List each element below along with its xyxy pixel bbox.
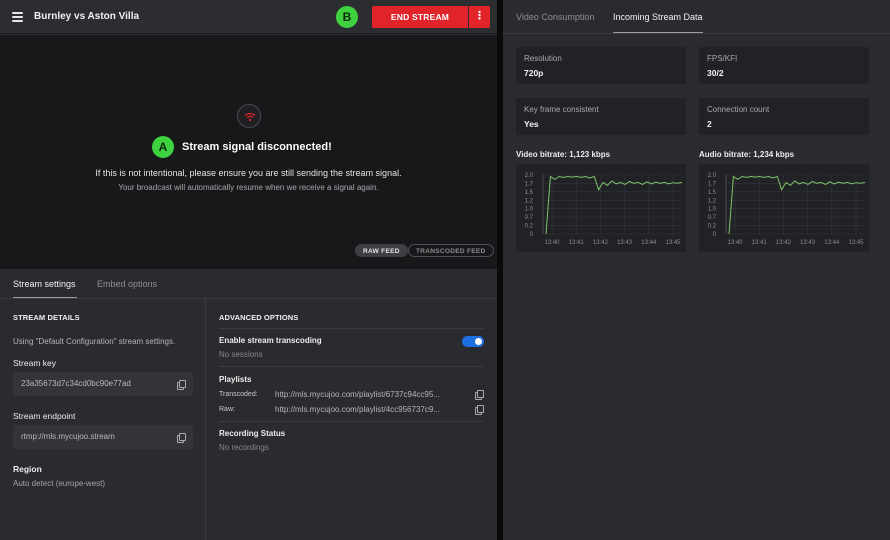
x-tick-label: 13:42 bbox=[776, 240, 792, 246]
y-tick-label: 2.0 bbox=[708, 173, 717, 179]
x-tick-label: 13:44 bbox=[824, 240, 840, 246]
raw-feed-button[interactable]: RAW FEED bbox=[355, 244, 408, 257]
y-tick-label: 0.7 bbox=[525, 215, 534, 221]
x-tick-label: 13:40 bbox=[544, 240, 560, 246]
x-tick-label: 13:43 bbox=[800, 240, 816, 246]
sessions-text: No sessions bbox=[219, 350, 263, 359]
region-label: Region bbox=[13, 464, 42, 474]
stream-endpoint-field[interactable]: rtmp://mls.mycujoo.stream bbox=[13, 425, 193, 449]
stream-details-heading: STREAM DETAILS bbox=[13, 313, 80, 322]
end-stream-button[interactable]: END STREAM bbox=[372, 6, 468, 28]
y-tick-label: 1.2 bbox=[525, 198, 534, 204]
marker-a-badge: A bbox=[152, 136, 174, 158]
playlists-label: Playlists bbox=[219, 375, 252, 384]
y-tick-label: 1.7 bbox=[708, 181, 717, 187]
stat-label: Resolution bbox=[524, 54, 562, 63]
video-bitrate-title: Video bitrate: 1,123 kbps bbox=[516, 150, 611, 159]
tab-video-consumption[interactable]: Video Consumption bbox=[516, 12, 594, 22]
tab-incoming-stream-data[interactable]: Incoming Stream Data bbox=[613, 12, 703, 22]
x-tick-label: 13:44 bbox=[641, 240, 657, 246]
x-tick-label: 13:45 bbox=[848, 240, 864, 246]
x-tick-label: 13:45 bbox=[665, 240, 681, 246]
y-tick-label: 0 bbox=[530, 232, 534, 238]
divider bbox=[219, 366, 484, 367]
tab-stream-settings[interactable]: Stream settings bbox=[13, 279, 76, 289]
transcoding-toggle[interactable] bbox=[462, 336, 484, 347]
stat-label: Connection count bbox=[707, 105, 770, 114]
hamburger-menu-icon[interactable] bbox=[12, 12, 23, 22]
raw-playlist-url: http://mls.mycujoo.com/playlist/4cc95673… bbox=[275, 405, 440, 414]
divider bbox=[219, 328, 484, 329]
stat-value: Yes bbox=[524, 119, 539, 129]
stat-card-resolution: Resolution 720p bbox=[516, 47, 686, 84]
data-tabs: Video Consumption Incoming Stream Data bbox=[503, 0, 890, 34]
stream-data-panel: Video Consumption Incoming Stream Data R… bbox=[503, 0, 890, 540]
advanced-options-heading: ADVANCED OPTIONS bbox=[219, 313, 299, 322]
stream-endpoint-value: rtmp://mls.mycujoo.stream bbox=[21, 432, 115, 441]
stat-label: Key frame consistent bbox=[524, 105, 599, 114]
transcoded-playlist-label: Transcoded: bbox=[219, 391, 258, 398]
x-tick-label: 13:41 bbox=[569, 240, 585, 246]
y-tick-label: 1.0 bbox=[525, 207, 534, 213]
more-options-button[interactable]: ⋮ bbox=[469, 6, 490, 28]
y-tick-label: 0 bbox=[713, 232, 717, 238]
y-tick-label: 1.2 bbox=[708, 198, 717, 204]
column-divider bbox=[205, 299, 206, 540]
y-tick-label: 0.7 bbox=[708, 215, 717, 221]
y-tick-label: 1.5 bbox=[708, 190, 717, 196]
y-tick-label: 0.2 bbox=[525, 224, 534, 230]
stat-value: 2 bbox=[707, 119, 712, 129]
y-tick-label: 1.5 bbox=[525, 190, 534, 196]
x-tick-label: 13:41 bbox=[752, 240, 768, 246]
stat-label: FPS/KFI bbox=[707, 54, 738, 63]
config-text: Using "Default Configuration" stream set… bbox=[13, 337, 176, 346]
recording-status-value: No recordings bbox=[219, 443, 269, 452]
video-preview: A Stream signal disconnected! If this is… bbox=[0, 35, 497, 269]
top-bar: Burnley vs Aston Villa B END STREAM ⋮ bbox=[0, 0, 497, 34]
settings-tabs: Stream settings Embed options bbox=[0, 269, 497, 299]
copy-icon[interactable] bbox=[177, 380, 186, 390]
chart-svg: 2.0 1.7 1.5 1.2 1.0 0.7 0.2 0 13:40 13:41 13:42 13:… bbox=[525, 173, 683, 246]
stream-key-label: Stream key bbox=[13, 358, 56, 368]
y-tick-label: 2.0 bbox=[525, 173, 534, 179]
stat-value: 720p bbox=[524, 68, 544, 78]
stream-control-panel: Burnley vs Aston Villa B END STREAM ⋮ A … bbox=[0, 0, 497, 540]
stat-card-connections: Connection count 2 bbox=[699, 98, 869, 135]
copy-icon[interactable] bbox=[475, 405, 484, 415]
y-tick-label: 1.7 bbox=[525, 181, 534, 187]
audio-bitrate-title: Audio bitrate: 1,234 kbps bbox=[699, 150, 795, 159]
stream-endpoint-label: Stream endpoint bbox=[13, 411, 76, 421]
video-bitrate-chart: 2.0 1.7 1.5 1.2 1.0 0.7 0.2 0 13:40 13:41 13:42 13:… bbox=[516, 164, 686, 252]
recording-status-label: Recording Status bbox=[219, 429, 286, 438]
y-tick-label: 0.2 bbox=[708, 224, 717, 230]
x-tick-label: 13:43 bbox=[617, 240, 633, 246]
signal-disconnected-title: Stream signal disconnected! bbox=[182, 141, 332, 153]
copy-icon[interactable] bbox=[475, 390, 484, 400]
stat-card-keyframe: Key frame consistent Yes bbox=[516, 98, 686, 135]
stream-title: Burnley vs Aston Villa bbox=[34, 11, 140, 22]
active-tab-indicator bbox=[613, 32, 703, 33]
stat-value: 30/2 bbox=[707, 68, 724, 78]
transcoded-playlist-url: http://mls.mycujoo.com/playlist/6737c94c… bbox=[275, 390, 440, 399]
transcoding-label: Enable stream transcoding bbox=[219, 336, 322, 345]
stream-key-field[interactable]: 23a35673d7c34cd0bc90e77ad bbox=[13, 372, 193, 396]
no-signal-icon bbox=[237, 104, 261, 128]
region-value: Auto detect (europe-west) bbox=[13, 479, 106, 488]
raw-playlist-label: Raw: bbox=[219, 406, 235, 413]
transcoded-feed-button[interactable]: TRANSCODED FEED bbox=[408, 244, 494, 257]
stat-card-fps: FPS/KFI 30/2 bbox=[699, 47, 869, 84]
tab-embed-options[interactable]: Embed options bbox=[97, 279, 157, 289]
marker-b-badge: B bbox=[336, 6, 358, 28]
stream-key-value: 23a35673d7c34cd0bc90e77ad bbox=[21, 379, 131, 388]
active-tab-indicator bbox=[13, 297, 77, 298]
signal-message: If this is not intentional, please ensur… bbox=[95, 168, 402, 178]
y-tick-label: 1.0 bbox=[708, 207, 717, 213]
chart-svg: 2.0 1.7 1.5 1.2 1.0 0.7 0.2 0 13:40 13:41 13:42 13:… bbox=[708, 173, 866, 246]
signal-resume-note: Your broadcast will automatically resume… bbox=[118, 183, 379, 192]
audio-bitrate-chart: 2.0 1.7 1.5 1.2 1.0 0.7 0.2 0 13:40 13:41 13:42 13:… bbox=[699, 164, 869, 252]
divider bbox=[219, 421, 484, 422]
x-tick-label: 13:40 bbox=[727, 240, 743, 246]
copy-icon[interactable] bbox=[177, 433, 186, 443]
x-tick-label: 13:42 bbox=[593, 240, 609, 246]
